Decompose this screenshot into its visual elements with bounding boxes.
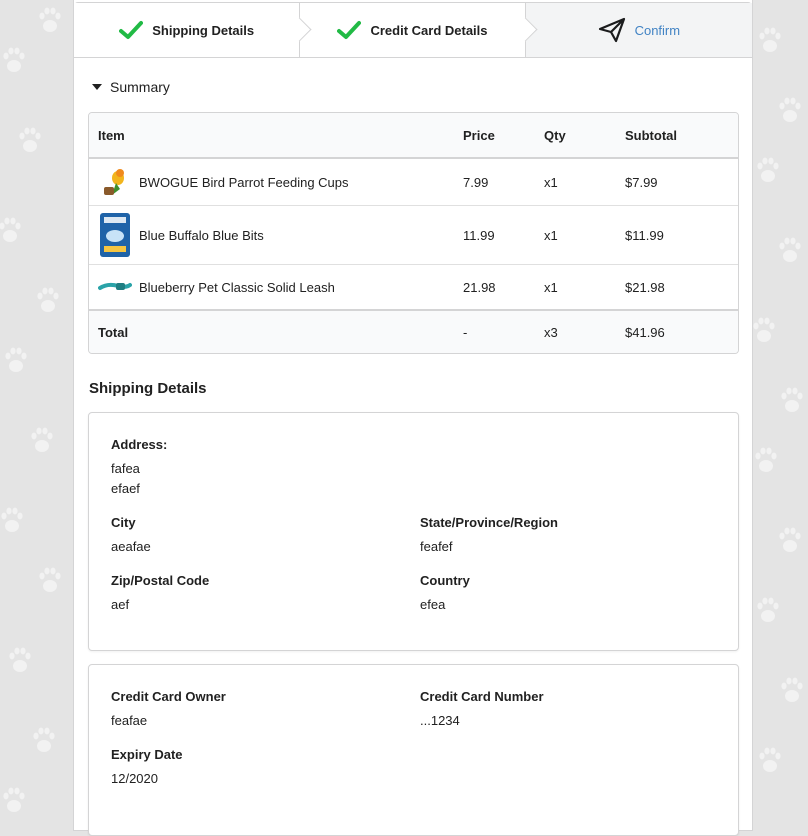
zip-value: aef — [111, 597, 130, 612]
item-name: Blueberry Pet Classic Solid Leash — [139, 279, 335, 295]
address-label: Address: — [111, 437, 168, 452]
item-qty: x1 — [544, 227, 558, 243]
state-value: feafef — [420, 539, 453, 554]
item-qty: x1 — [544, 279, 558, 295]
card-number-label: Credit Card Number — [420, 689, 544, 704]
address-line-2: efaef — [111, 481, 140, 496]
credit-card-details-card: Credit Card Owner feafae Credit Card Num… — [88, 664, 739, 836]
shipping-details-card: Address: fafea efaef City aeafae State/P… — [88, 412, 739, 651]
step-label: Shipping Details — [152, 22, 255, 38]
table-header: Item Price Qty Subtotal — [89, 113, 738, 159]
step-confirm[interactable]: Confirm — [525, 3, 752, 57]
dog-treats-bag-image — [100, 213, 130, 257]
address-line-1: fafea — [111, 461, 140, 476]
city-label: City — [111, 515, 136, 530]
header-item: Item — [98, 127, 125, 143]
table-row: Blueberry Pet Classic Solid Leash 21.98 … — [89, 265, 738, 309]
item-name: BWOGUE Bird Parrot Feeding Cups — [139, 174, 349, 190]
step-credit-card-details[interactable]: Credit Card Details — [300, 3, 538, 57]
order-summary-table: Item Price Qty Subtotal BWOGUE Bird Parr… — [88, 112, 739, 354]
table-footer-total: Total - x3 $41.96 — [89, 309, 738, 353]
city-value: aeafae — [111, 539, 151, 554]
card-number-value: ...1234 — [420, 713, 460, 728]
header-price: Price — [463, 127, 495, 143]
summary-label: Summary — [110, 79, 170, 95]
checkmark-icon — [337, 20, 362, 40]
step-label: Credit Card Details — [370, 22, 488, 38]
state-label: State/Province/Region — [420, 515, 558, 530]
total-subtotal: $41.96 — [625, 324, 665, 340]
checkout-panel: Shipping Details Credit Card Details Con… — [73, 0, 753, 836]
checkout-steps: Shipping Details Credit Card Details Con… — [74, 2, 752, 58]
total-label: Total — [98, 324, 129, 340]
expiry-date-label: Expiry Date — [111, 747, 183, 762]
item-name: Blue Buffalo Blue Bits — [139, 227, 264, 243]
item-price: 21.98 — [463, 279, 496, 295]
leash-product-image — [98, 270, 132, 304]
total-price: - — [463, 324, 468, 340]
shipping-details-heading: Shipping Details — [89, 380, 207, 397]
summary-toggle[interactable]: Summary — [92, 79, 170, 95]
item-subtotal: $11.99 — [625, 227, 664, 243]
country-value: efea — [420, 597, 446, 612]
item-qty: x1 — [544, 174, 558, 190]
item-subtotal: $21.98 — [625, 279, 665, 295]
item-price: 11.99 — [463, 227, 495, 243]
caret-down-icon — [92, 84, 102, 90]
table-row: BWOGUE Bird Parrot Feeding Cups 7.99 x1 … — [89, 159, 738, 206]
item-subtotal: $7.99 — [625, 174, 658, 190]
expiry-date-value: 12/2020 — [111, 771, 158, 786]
paper-plane-icon — [598, 17, 626, 43]
header-qty: Qty — [544, 127, 566, 143]
card-owner-value: feafae — [111, 713, 148, 728]
total-qty: x3 — [544, 324, 558, 340]
header-subtotal: Subtotal — [625, 127, 677, 143]
step-label: Confirm — [634, 22, 681, 38]
item-price: 7.99 — [463, 174, 489, 190]
zip-label: Zip/Postal Code — [111, 573, 210, 588]
checkmark-icon — [119, 20, 144, 40]
card-owner-label: Credit Card Owner — [111, 689, 226, 704]
parrot-product-image — [98, 165, 132, 199]
step-shipping-details[interactable]: Shipping Details — [74, 3, 312, 57]
country-label: Country — [420, 573, 470, 588]
table-row: Blue Buffalo Blue Bits 11.99 x1 $11.99 — [89, 206, 738, 265]
